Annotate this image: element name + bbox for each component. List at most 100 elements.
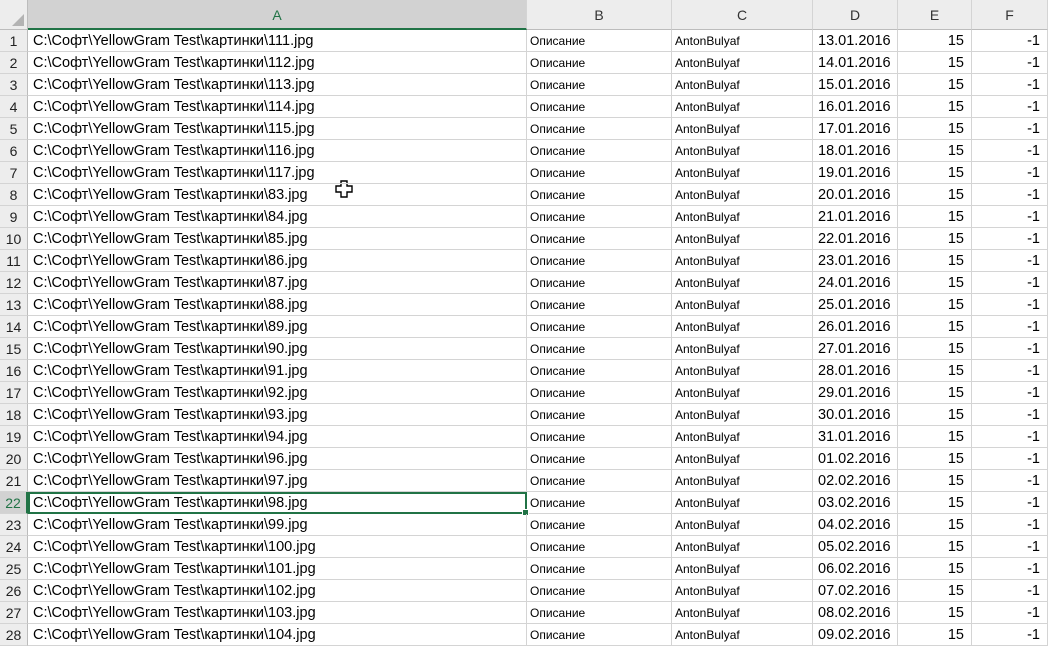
cell-a[interactable]: C:\Софт\YellowGram Test\картинки\101.jpg bbox=[28, 558, 527, 580]
cell-b[interactable]: Описание bbox=[527, 514, 672, 536]
cell-f[interactable]: -1 bbox=[972, 382, 1048, 404]
cell-e[interactable]: 15 bbox=[898, 228, 972, 250]
cell-c[interactable]: AntonBulyaf bbox=[672, 382, 813, 404]
row-header[interactable]: 20 bbox=[0, 448, 28, 470]
cell-c[interactable]: AntonBulyaf bbox=[672, 426, 813, 448]
cell-a[interactable]: C:\Софт\YellowGram Test\картинки\83.jpg bbox=[28, 184, 527, 206]
cell-f[interactable]: -1 bbox=[972, 74, 1048, 96]
cell-b[interactable]: Описание bbox=[527, 382, 672, 404]
cell-e[interactable]: 15 bbox=[898, 448, 972, 470]
cell-e[interactable]: 15 bbox=[898, 118, 972, 140]
cell-c[interactable]: AntonBulyaf bbox=[672, 316, 813, 338]
cell-b[interactable]: Описание bbox=[527, 250, 672, 272]
cell-e[interactable]: 15 bbox=[898, 206, 972, 228]
cell-e[interactable]: 15 bbox=[898, 536, 972, 558]
row-header[interactable]: 2 bbox=[0, 52, 28, 74]
cell-d[interactable]: 14.01.2016 bbox=[813, 52, 898, 74]
cell-b[interactable]: Описание bbox=[527, 294, 672, 316]
cell-c[interactable]: AntonBulyaf bbox=[672, 30, 813, 52]
cell-b[interactable]: Описание bbox=[527, 558, 672, 580]
cell-f[interactable]: -1 bbox=[972, 184, 1048, 206]
column-header-c[interactable]: C bbox=[672, 0, 813, 30]
cell-a[interactable]: C:\Софт\YellowGram Test\картинки\102.jpg bbox=[28, 580, 527, 602]
cell-e[interactable]: 15 bbox=[898, 184, 972, 206]
cell-b[interactable]: Описание bbox=[527, 206, 672, 228]
cell-e[interactable]: 15 bbox=[898, 602, 972, 624]
cell-f[interactable]: -1 bbox=[972, 470, 1048, 492]
cell-e[interactable]: 15 bbox=[898, 294, 972, 316]
row-header[interactable]: 10 bbox=[0, 228, 28, 250]
cell-c[interactable]: AntonBulyaf bbox=[672, 140, 813, 162]
column-header-b[interactable]: B bbox=[527, 0, 672, 30]
cell-b[interactable]: Описание bbox=[527, 536, 672, 558]
cell-c[interactable]: AntonBulyaf bbox=[672, 162, 813, 184]
cell-f[interactable]: -1 bbox=[972, 338, 1048, 360]
cell-f[interactable]: -1 bbox=[972, 96, 1048, 118]
cell-d[interactable]: 31.01.2016 bbox=[813, 426, 898, 448]
cell-e[interactable]: 15 bbox=[898, 338, 972, 360]
cell-e[interactable]: 15 bbox=[898, 360, 972, 382]
cell-e[interactable]: 15 bbox=[898, 250, 972, 272]
cell-d[interactable]: 13.01.2016 bbox=[813, 30, 898, 52]
row-header[interactable]: 16 bbox=[0, 360, 28, 382]
cell-b[interactable]: Описание bbox=[527, 52, 672, 74]
cell-d[interactable]: 30.01.2016 bbox=[813, 404, 898, 426]
cell-e[interactable]: 15 bbox=[898, 492, 972, 514]
cell-d[interactable]: 03.02.2016 bbox=[813, 492, 898, 514]
cell-c[interactable]: AntonBulyaf bbox=[672, 514, 813, 536]
cell-a[interactable]: C:\Софт\YellowGram Test\картинки\89.jpg bbox=[28, 316, 527, 338]
cell-c[interactable]: AntonBulyaf bbox=[672, 74, 813, 96]
cell-d[interactable]: 15.01.2016 bbox=[813, 74, 898, 96]
cell-c[interactable]: AntonBulyaf bbox=[672, 206, 813, 228]
cell-f[interactable]: -1 bbox=[972, 492, 1048, 514]
cell-c[interactable]: AntonBulyaf bbox=[672, 448, 813, 470]
cell-b[interactable]: Описание bbox=[527, 74, 672, 96]
row-header[interactable]: 23 bbox=[0, 514, 28, 536]
row-header[interactable]: 24 bbox=[0, 536, 28, 558]
cell-b[interactable]: Описание bbox=[527, 448, 672, 470]
cell-d[interactable]: 22.01.2016 bbox=[813, 228, 898, 250]
cell-d[interactable]: 27.01.2016 bbox=[813, 338, 898, 360]
cell-d[interactable]: 25.01.2016 bbox=[813, 294, 898, 316]
cell-b[interactable]: Описание bbox=[527, 184, 672, 206]
cell-c[interactable]: AntonBulyaf bbox=[672, 96, 813, 118]
cell-c[interactable]: AntonBulyaf bbox=[672, 272, 813, 294]
cell-c[interactable]: AntonBulyaf bbox=[672, 118, 813, 140]
cell-a[interactable]: C:\Софт\YellowGram Test\картинки\87.jpg bbox=[28, 272, 527, 294]
cell-b[interactable]: Описание bbox=[527, 360, 672, 382]
cell-d[interactable]: 08.02.2016 bbox=[813, 602, 898, 624]
cell-a[interactable]: C:\Софт\YellowGram Test\картинки\114.jpg bbox=[28, 96, 527, 118]
cell-a[interactable]: C:\Софт\YellowGram Test\картинки\94.jpg bbox=[28, 426, 527, 448]
cell-b[interactable]: Описание bbox=[527, 118, 672, 140]
cell-c[interactable]: AntonBulyaf bbox=[672, 602, 813, 624]
row-header[interactable]: 15 bbox=[0, 338, 28, 360]
cell-b[interactable]: Описание bbox=[527, 140, 672, 162]
cell-b[interactable]: Описание bbox=[527, 580, 672, 602]
cell-c[interactable]: AntonBulyaf bbox=[672, 338, 813, 360]
cell-c[interactable]: AntonBulyaf bbox=[672, 470, 813, 492]
cell-f[interactable]: -1 bbox=[972, 316, 1048, 338]
cell-c[interactable]: AntonBulyaf bbox=[672, 52, 813, 74]
row-header[interactable]: 26 bbox=[0, 580, 28, 602]
cell-f[interactable]: -1 bbox=[972, 250, 1048, 272]
cell-a[interactable]: C:\Софт\YellowGram Test\картинки\113.jpg bbox=[28, 74, 527, 96]
cell-f[interactable]: -1 bbox=[972, 426, 1048, 448]
row-header[interactable]: 5 bbox=[0, 118, 28, 140]
cell-d[interactable]: 21.01.2016 bbox=[813, 206, 898, 228]
cell-a[interactable]: C:\Софт\YellowGram Test\картинки\104.jpg bbox=[28, 624, 527, 646]
cell-c[interactable]: AntonBulyaf bbox=[672, 536, 813, 558]
cell-e[interactable]: 15 bbox=[898, 470, 972, 492]
cell-e[interactable]: 15 bbox=[898, 558, 972, 580]
cell-e[interactable]: 15 bbox=[898, 382, 972, 404]
cell-b[interactable]: Описание bbox=[527, 624, 672, 646]
cell-a[interactable]: C:\Софт\YellowGram Test\картинки\88.jpg bbox=[28, 294, 527, 316]
row-header[interactable]: 17 bbox=[0, 382, 28, 404]
cell-a[interactable]: C:\Софт\YellowGram Test\картинки\111.jpg bbox=[28, 30, 527, 52]
cell-c[interactable]: AntonBulyaf bbox=[672, 404, 813, 426]
cell-f[interactable]: -1 bbox=[972, 602, 1048, 624]
cell-d[interactable]: 26.01.2016 bbox=[813, 316, 898, 338]
cell-c[interactable]: AntonBulyaf bbox=[672, 294, 813, 316]
cell-c[interactable]: AntonBulyaf bbox=[672, 558, 813, 580]
cell-b[interactable]: Описание bbox=[527, 470, 672, 492]
row-header[interactable]: 11 bbox=[0, 250, 28, 272]
